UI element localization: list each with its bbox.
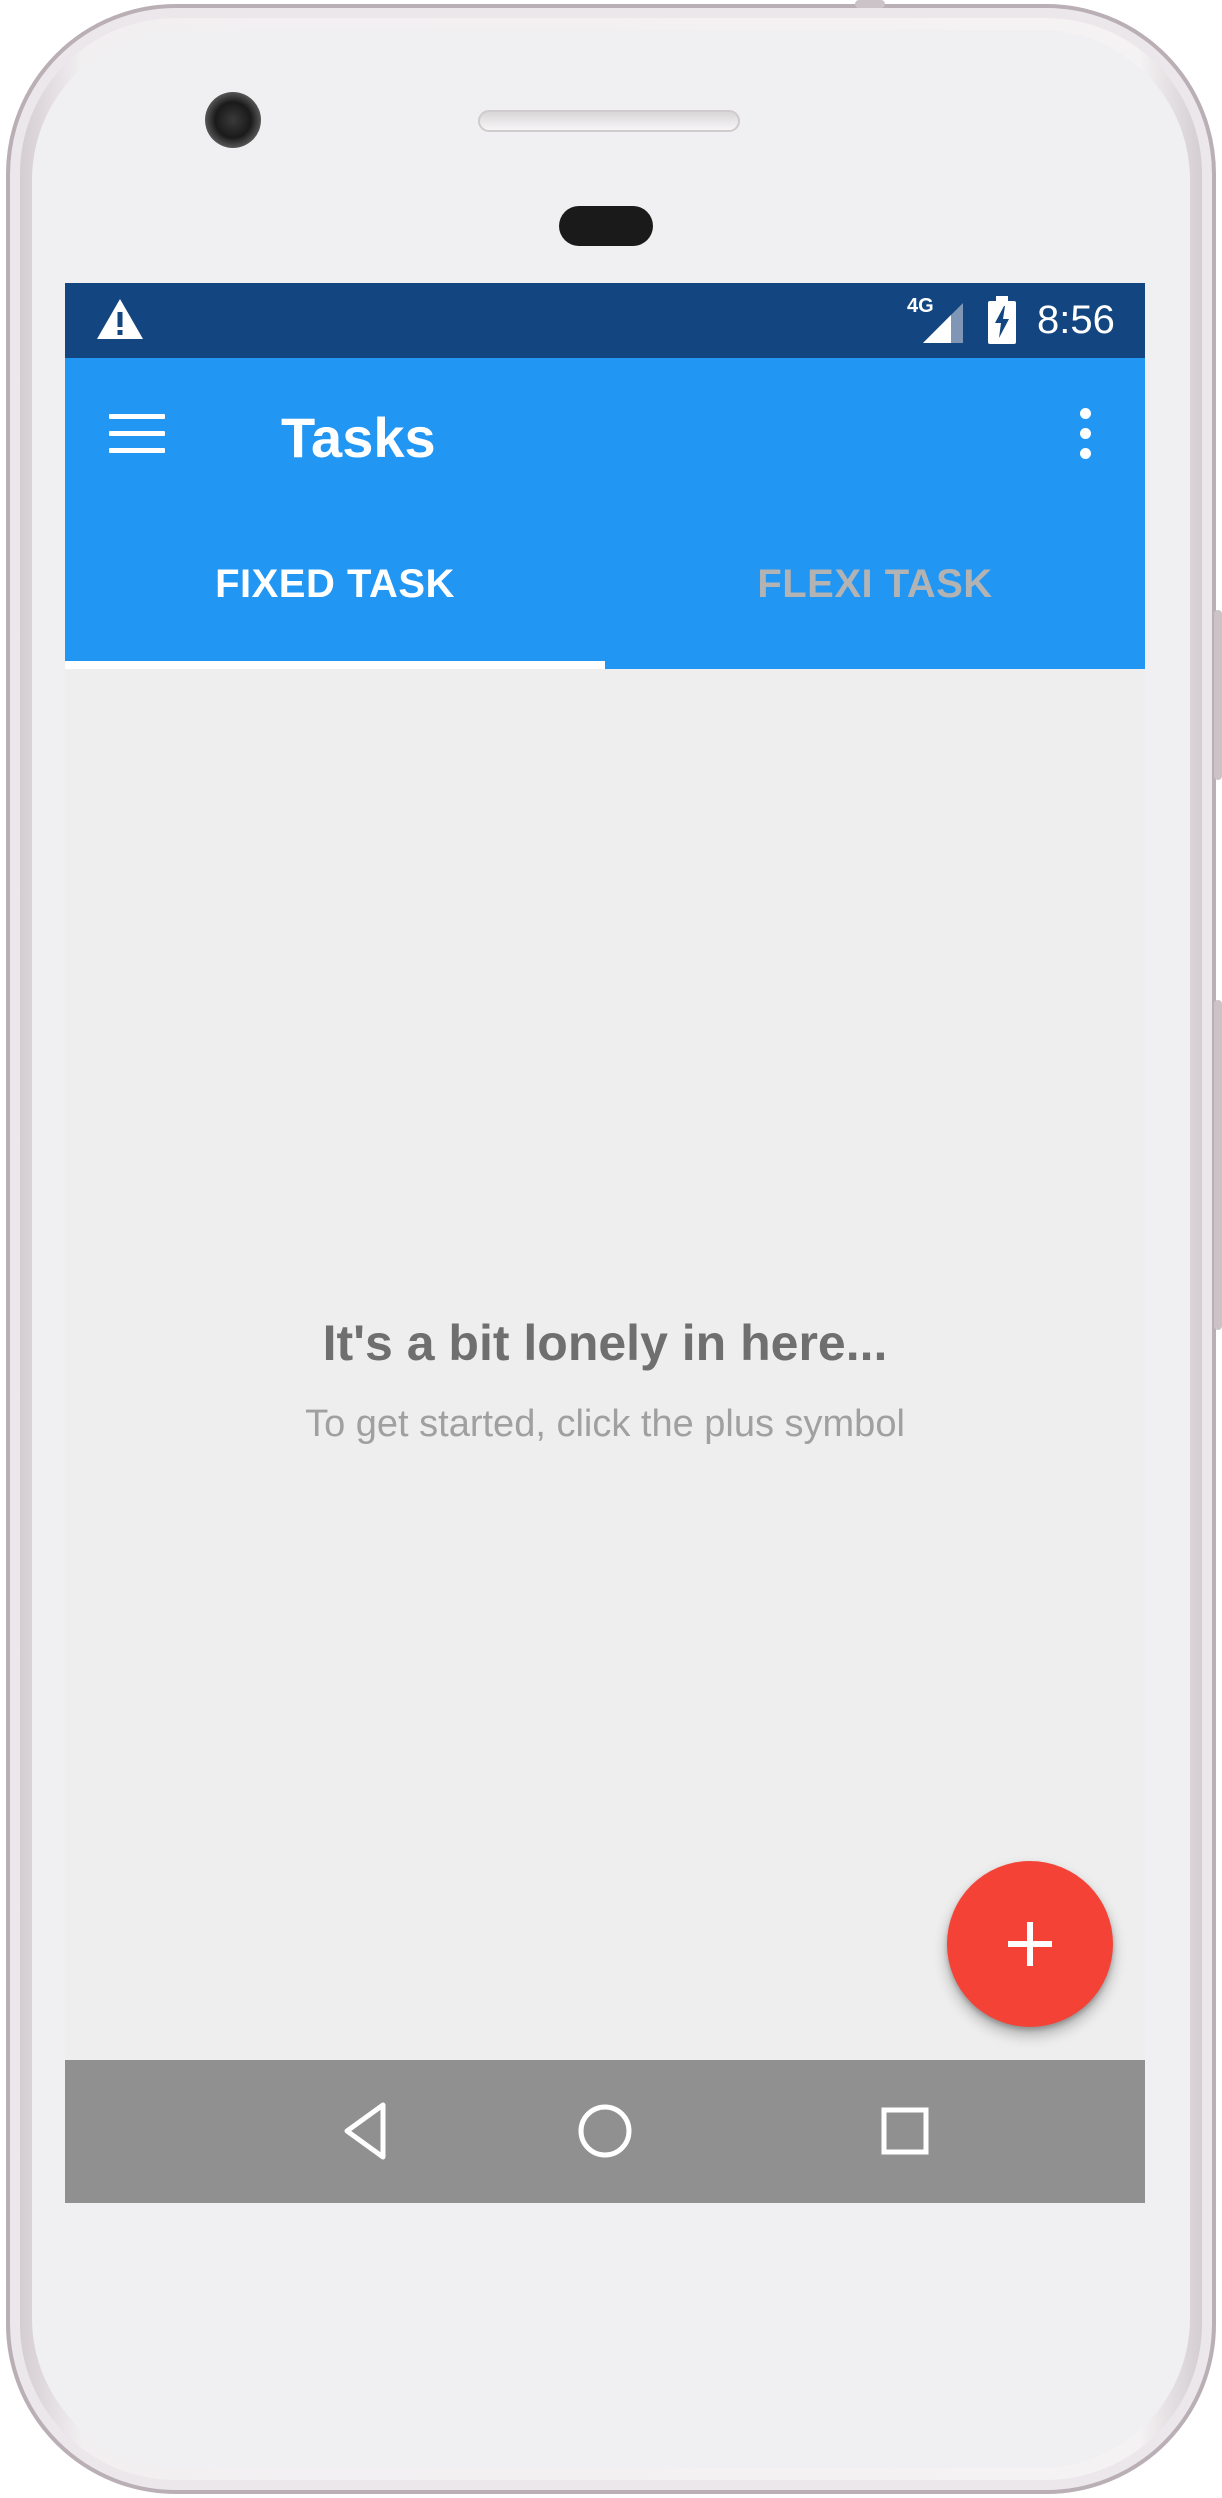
page-title: Tasks bbox=[281, 406, 436, 469]
home-icon[interactable] bbox=[570, 2096, 640, 2166]
battery-charging-icon bbox=[988, 296, 1016, 344]
empty-state: It's a bit lonely in here... To get star… bbox=[65, 1313, 1145, 1447]
empty-state-title: It's a bit lonely in here... bbox=[322, 1315, 888, 1371]
power-button bbox=[1214, 610, 1222, 780]
tab-indicator bbox=[65, 661, 605, 669]
empty-state-subtitle: To get started, click the plus symbol bbox=[305, 1403, 905, 1445]
back-icon[interactable] bbox=[335, 2096, 405, 2166]
tab-fixed-task[interactable]: FIXED TASK bbox=[65, 500, 605, 669]
more-vert-icon[interactable] bbox=[1065, 398, 1105, 468]
app-bar: Tasks FIXED TASK FLEXI TASK bbox=[65, 358, 1145, 669]
top-button bbox=[855, 0, 885, 8]
dot bbox=[1079, 427, 1091, 439]
warning-icon bbox=[97, 299, 143, 339]
front-camera bbox=[205, 92, 261, 148]
dot bbox=[1079, 447, 1091, 459]
tab-label: FLEXI TASK bbox=[757, 562, 993, 606]
screen: 4G 8:56 Tasks FIXED TASK FLEXI TASK It's… bbox=[65, 283, 1145, 2203]
navigation-bar bbox=[65, 2060, 1145, 2203]
menu-line bbox=[109, 447, 165, 453]
menu-line bbox=[109, 430, 165, 436]
clock: 8:56 bbox=[1037, 298, 1115, 342]
tab-flexi-task[interactable]: FLEXI TASK bbox=[605, 500, 1145, 669]
proximity-sensor bbox=[559, 206, 653, 246]
tab-bar: FIXED TASK FLEXI TASK bbox=[65, 500, 1145, 669]
recents-icon[interactable] bbox=[870, 2096, 940, 2166]
add-task-button[interactable] bbox=[947, 1861, 1113, 2027]
plus-icon bbox=[1008, 1922, 1052, 1966]
status-bar: 4G 8:56 bbox=[65, 283, 1145, 358]
signal-icon bbox=[923, 303, 963, 343]
menu-line bbox=[109, 413, 165, 419]
menu-icon[interactable] bbox=[105, 403, 175, 463]
tab-label: FIXED TASK bbox=[215, 562, 455, 606]
earpiece-speaker bbox=[478, 110, 740, 132]
dot bbox=[1079, 407, 1091, 419]
volume-button bbox=[1214, 1000, 1222, 1330]
